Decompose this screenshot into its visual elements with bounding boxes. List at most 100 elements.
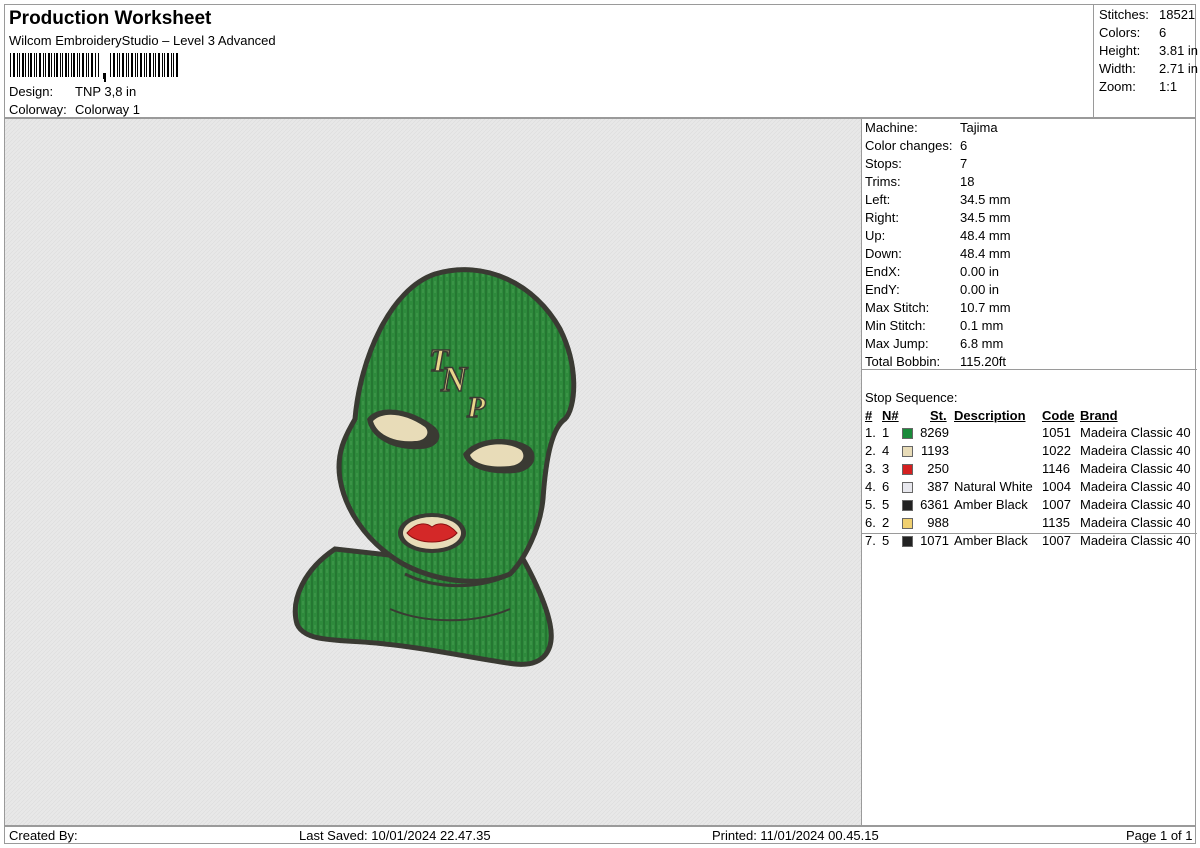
section-divider	[862, 533, 1197, 534]
seq-stitches: 1071	[920, 533, 949, 548]
stop-sequence-row: 6. 2 988 1135 Madeira Classic 40	[862, 515, 1197, 533]
seq-brand: Madeira Classic 40	[1080, 461, 1191, 476]
summary-zoom-value: 1:1	[1159, 79, 1178, 94]
summary-stitches: Stitches: 18521	[1099, 7, 1195, 22]
stop-sequence-row: 1. 1 8269 1051 Madeira Classic 40	[862, 425, 1197, 443]
machine-info-label: Min Stitch:	[865, 318, 926, 333]
stop-sequence-row: 7. 5 1071 Amber Black 1007 Madeira Classic 40	[862, 533, 1197, 551]
machine-info-label: Max Jump:	[865, 336, 929, 351]
machine-info-value: 0.00 in	[960, 264, 1000, 279]
machine-info-row: Max Stitch: 10.7 mm	[865, 300, 1011, 315]
machine-info-value: 48.4 mm	[960, 246, 1011, 261]
machine-info-row: Max Jump: 6.8 mm	[865, 336, 1003, 351]
summary-width-label: Width:	[1099, 61, 1136, 76]
seq-brand: Madeira Classic 40	[1080, 479, 1191, 494]
machine-info-value: 48.4 mm	[960, 228, 1011, 243]
thread-color-swatch	[902, 500, 913, 511]
machine-info-row: Trims: 18	[865, 174, 974, 189]
page-number: Page 1 of 1	[1126, 828, 1193, 843]
thread-color-swatch	[902, 464, 913, 475]
machine-info-label: Trims:	[865, 174, 901, 189]
summary-width: Width: 2.71 in	[1099, 61, 1198, 76]
seq-stitches: 387	[927, 479, 949, 494]
seq-brand: Madeira Classic 40	[1080, 443, 1191, 458]
col-header-code: Code	[1042, 408, 1075, 423]
machine-info-value: 7	[960, 156, 968, 171]
seq-brand: Madeira Classic 40	[1080, 533, 1191, 548]
seq-index: 1.	[865, 425, 876, 440]
machine-info-label: Machine:	[865, 120, 918, 135]
machine-info-row: Up: 48.4 mm	[865, 228, 1011, 243]
thread-color-swatch	[902, 446, 913, 457]
worksheet-footer: Created By: Last Saved: 10/01/2024 22.47…	[4, 826, 1196, 844]
machine-info-value: 115.20ft	[960, 354, 1007, 369]
seq-code: 1135	[1042, 515, 1070, 530]
machine-info-value: 0.1 mm	[960, 318, 1004, 333]
machine-info-label: Stops:	[865, 156, 902, 171]
worksheet-title: Production Worksheet	[9, 8, 212, 29]
machine-info-row: Left: 34.5 mm	[865, 192, 1011, 207]
summary-colors: Colors: 6	[1099, 25, 1166, 40]
seq-needle: 3	[882, 461, 890, 476]
printed-date: Printed: 11/01/2024 00.45.15	[712, 828, 879, 843]
seq-code: 1022	[1042, 443, 1071, 458]
machine-info-value: 6.8 mm	[960, 336, 1004, 351]
software-subtitle: Wilcom EmbroideryStudio – Level 3 Advanc…	[9, 33, 276, 48]
summary-zoom: Zoom: 1:1	[1099, 79, 1177, 94]
stop-sequence-row: 2. 4 1193 1022 Madeira Classic 40	[862, 443, 1197, 461]
machine-info-label: Right:	[865, 210, 899, 225]
seq-needle: 2	[882, 515, 890, 530]
seq-needle: 5	[882, 497, 890, 512]
seq-brand: Madeira Classic 40	[1080, 497, 1191, 512]
machine-info-panel: Machine: Tajima Color changes: 6 Stops: 7 Trim…	[861, 118, 1197, 826]
col-header-stitches: St.	[930, 408, 947, 423]
machine-info-value: 34.5 mm	[960, 210, 1011, 225]
machine-info-label: Up:	[865, 228, 886, 243]
seq-index: 2.	[865, 443, 876, 458]
seq-needle: 1	[882, 425, 890, 440]
machine-info-label: Left:	[865, 192, 891, 207]
seq-description: Amber Black	[954, 497, 1028, 512]
machine-info-label: Max Stitch:	[865, 300, 930, 315]
barcode	[10, 53, 178, 82]
design-preview: T N P	[4, 118, 862, 826]
seq-index: 4.	[865, 479, 876, 494]
monogram-n: N	[440, 359, 469, 399]
seq-code: 1007	[1042, 497, 1071, 512]
machine-info-label: Total Bobbin:	[865, 354, 941, 369]
seq-stitches: 6361	[920, 497, 949, 512]
stop-sequence-row: 4. 6 387 Natural White 1004 Madeira Classic 4…	[862, 479, 1197, 497]
monogram-p: P	[466, 391, 486, 424]
machine-info-row: Machine: Tajima	[865, 120, 998, 135]
seq-needle: 4	[882, 443, 890, 458]
seq-index: 7.	[865, 533, 876, 548]
summary-height: Height: 3.81 in	[1099, 43, 1198, 58]
machine-info-row: Total Bobbin: 115.20ft	[865, 354, 1006, 369]
seq-brand: Madeira Classic 40	[1080, 425, 1191, 440]
summary-height-label: Height:	[1099, 43, 1141, 58]
stop-sequence-row: 5. 5 6361 Amber Black 1007 Madeira Classic 40	[862, 497, 1197, 515]
summary-stitches-value: 18521	[1159, 7, 1196, 22]
seq-stitches: 250	[927, 461, 949, 476]
machine-info-row: EndX: 0.00 in	[865, 264, 999, 279]
seq-description: Amber Black	[954, 533, 1028, 548]
created-by: Created By:	[9, 828, 78, 843]
seq-code: 1051	[1042, 425, 1071, 440]
seq-code: 1146	[1042, 461, 1070, 476]
thread-color-swatch	[902, 536, 913, 547]
machine-info-label: Down:	[865, 246, 902, 261]
seq-needle: 6	[882, 479, 890, 494]
summary-stitches-label: Stitches:	[1099, 7, 1149, 22]
colorway-value: Colorway 1	[75, 102, 141, 117]
balaclava-embroidery-artwork: T N P	[5, 119, 861, 825]
machine-info-row: Down: 48.4 mm	[865, 246, 1011, 261]
summary-colors-label: Colors:	[1099, 25, 1141, 40]
design-summary: Stitches: 18521 Colors: 6 Height: 3.81 in W…	[1093, 5, 1198, 117]
machine-info-label: Color changes:	[865, 138, 953, 153]
summary-height-value: 3.81 in	[1159, 43, 1199, 58]
col-header-n: N#	[882, 408, 899, 423]
summary-width-value: 2.71 in	[1159, 61, 1199, 76]
machine-info-row: Right: 34.5 mm	[865, 210, 1011, 225]
machine-info-row: Color changes: 6	[865, 138, 967, 153]
thread-color-swatch	[902, 482, 913, 493]
